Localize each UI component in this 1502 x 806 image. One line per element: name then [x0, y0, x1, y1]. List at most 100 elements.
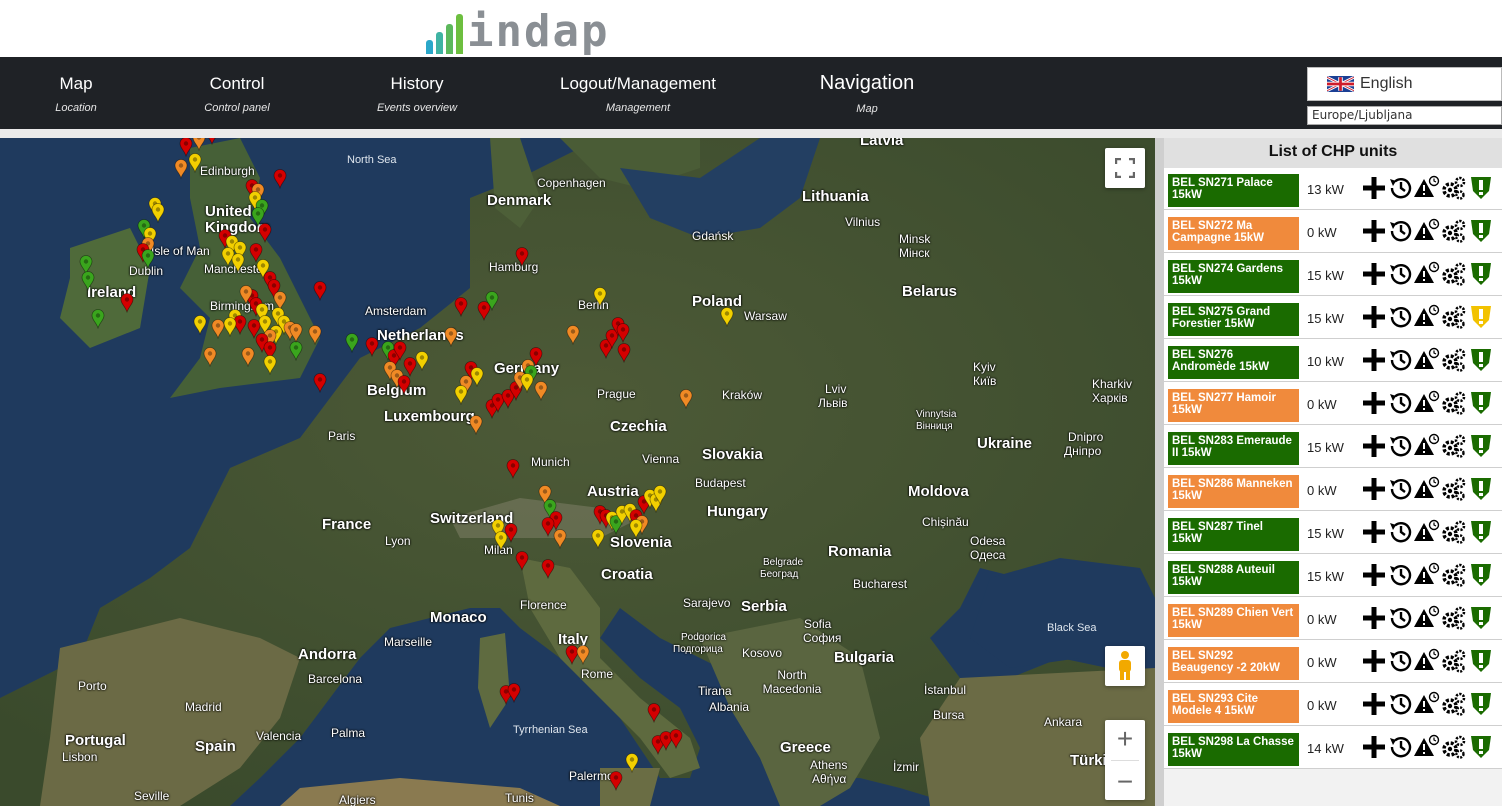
unit-name-label[interactable]: BEL SN287 Tinel 15kW — [1168, 518, 1299, 551]
settings-icon[interactable] — [1441, 433, 1467, 459]
chp-marker-icon[interactable] — [241, 347, 255, 367]
history-icon[interactable] — [1388, 304, 1414, 330]
add-icon[interactable] — [1361, 433, 1387, 459]
chp-marker-icon[interactable] — [444, 327, 458, 347]
chp-marker-icon[interactable] — [397, 375, 411, 395]
chp-marker-icon[interactable] — [308, 325, 322, 345]
unit-row[interactable]: BEL SN283 Emeraude II 15kW 15 kW — [1164, 425, 1502, 468]
alarm-history-icon[interactable] — [1414, 175, 1440, 201]
chp-marker-icon[interactable] — [345, 333, 359, 353]
unit-name-label[interactable]: BEL SN289 Chien Vert 15kW — [1168, 604, 1299, 637]
unit-row[interactable]: BEL SN293 Cite Modele 4 15kW 0 kW — [1164, 683, 1502, 726]
history-icon[interactable] — [1388, 519, 1414, 545]
add-icon[interactable] — [1361, 476, 1387, 502]
alarm-history-icon[interactable] — [1414, 261, 1440, 287]
unit-name-label[interactable]: BEL SN298 La Chasse 15kW — [1168, 733, 1299, 766]
alarm-history-icon[interactable] — [1414, 390, 1440, 416]
status-shield-icon[interactable] — [1468, 347, 1494, 373]
chp-marker-icon[interactable] — [669, 729, 683, 749]
chp-marker-icon[interactable] — [494, 531, 508, 551]
settings-icon[interactable] — [1441, 304, 1467, 330]
chp-marker-icon[interactable] — [541, 559, 555, 579]
history-icon[interactable] — [1388, 390, 1414, 416]
chp-marker-icon[interactable] — [223, 317, 237, 337]
alarm-history-icon[interactable] — [1414, 347, 1440, 373]
alarm-history-icon[interactable] — [1414, 605, 1440, 631]
alarm-history-icon[interactable] — [1414, 648, 1440, 674]
alarm-history-icon[interactable] — [1414, 433, 1440, 459]
chp-marker-icon[interactable] — [485, 291, 499, 311]
status-shield-icon[interactable] — [1468, 433, 1494, 459]
history-icon[interactable] — [1388, 562, 1414, 588]
chp-marker-icon[interactable] — [529, 347, 543, 367]
add-icon[interactable] — [1361, 304, 1387, 330]
chp-marker-icon[interactable] — [313, 373, 327, 393]
chp-marker-icon[interactable] — [174, 159, 188, 179]
chp-marker-icon[interactable] — [591, 529, 605, 549]
settings-icon[interactable] — [1441, 648, 1467, 674]
settings-icon[interactable] — [1441, 519, 1467, 545]
chp-marker-icon[interactable] — [507, 683, 521, 703]
unit-name-label[interactable]: BEL SN276 Andromède 15kW — [1168, 346, 1299, 379]
status-shield-icon[interactable] — [1468, 304, 1494, 330]
chp-marker-icon[interactable] — [203, 347, 217, 367]
nav-control[interactable]: Control Control panel — [187, 57, 287, 129]
chp-marker-icon[interactable] — [566, 325, 580, 345]
timezone-select[interactable]: Europe/Ljubljana — [1307, 106, 1502, 125]
chp-marker-icon[interactable] — [609, 771, 623, 791]
unit-row[interactable]: BEL SN277 Hamoir 15kW 0 kW — [1164, 382, 1502, 425]
status-shield-icon[interactable] — [1468, 605, 1494, 631]
settings-icon[interactable] — [1441, 605, 1467, 631]
chp-marker-icon[interactable] — [534, 381, 548, 401]
chp-marker-icon[interactable] — [679, 389, 693, 409]
history-icon[interactable] — [1388, 261, 1414, 287]
unit-row[interactable]: BEL SN292 Beaugency -2 20kW 0 kW — [1164, 640, 1502, 683]
chp-marker-icon[interactable] — [454, 385, 468, 405]
alarm-history-icon[interactable] — [1414, 304, 1440, 330]
unit-row[interactable]: BEL SN289 Chien Vert 15kW 0 kW — [1164, 597, 1502, 640]
alarm-history-icon[interactable] — [1414, 519, 1440, 545]
nav-logout-management[interactable]: Logout/Management Management — [558, 57, 718, 129]
chp-marker-icon[interactable] — [273, 169, 287, 189]
chp-marker-icon[interactable] — [616, 323, 630, 343]
add-icon[interactable] — [1361, 734, 1387, 760]
history-icon[interactable] — [1388, 433, 1414, 459]
map-view[interactable]: Latvia Lithuania Denmark United Kingdom … — [0, 138, 1155, 806]
unit-row[interactable]: BEL SN287 Tinel 15kW 15 kW — [1164, 511, 1502, 554]
unit-name-label[interactable]: BEL SN293 Cite Modele 4 15kW — [1168, 690, 1299, 723]
chp-marker-icon[interactable] — [188, 153, 202, 173]
chp-marker-icon[interactable] — [515, 247, 529, 267]
chp-marker-icon[interactable] — [247, 319, 261, 339]
add-icon[interactable] — [1361, 691, 1387, 717]
status-shield-icon[interactable] — [1468, 691, 1494, 717]
unit-row[interactable]: BEL SN276 Andromède 15kW 10 kW — [1164, 339, 1502, 382]
unit-row[interactable]: BEL SN271 Palace 15kW 13 kW — [1164, 167, 1502, 210]
history-icon[interactable] — [1388, 605, 1414, 631]
settings-icon[interactable] — [1441, 734, 1467, 760]
history-icon[interactable] — [1388, 734, 1414, 760]
fullscreen-button[interactable] — [1105, 148, 1145, 188]
history-icon[interactable] — [1388, 218, 1414, 244]
zoom-in-button[interactable]: + — [1117, 723, 1133, 755]
alarm-history-icon[interactable] — [1414, 476, 1440, 502]
chp-marker-icon[interactable] — [617, 343, 631, 363]
chp-marker-icon[interactable] — [520, 373, 534, 393]
add-icon[interactable] — [1361, 648, 1387, 674]
chp-units-panel-inner[interactable]: BEL SN268 Lutetia 15kW0 kWBEL SN271 Pala… — [1164, 138, 1502, 806]
chp-marker-icon[interactable] — [469, 415, 483, 435]
add-icon[interactable] — [1361, 218, 1387, 244]
add-icon[interactable] — [1361, 519, 1387, 545]
chp-marker-icon[interactable] — [141, 249, 155, 269]
unit-name-label[interactable]: BEL SN288 Auteuil 15kW — [1168, 561, 1299, 594]
chp-marker-icon[interactable] — [193, 315, 207, 335]
status-shield-icon[interactable] — [1468, 648, 1494, 674]
chp-marker-icon[interactable] — [593, 287, 607, 307]
unit-row[interactable]: BEL SN275 Grand Forestier 15kW 15 kW — [1164, 296, 1502, 339]
chp-marker-icon[interactable] — [553, 529, 567, 549]
chp-marker-icon[interactable] — [211, 319, 225, 339]
unit-name-label[interactable]: BEL SN286 Manneken 15kW — [1168, 475, 1299, 508]
status-shield-icon[interactable] — [1468, 562, 1494, 588]
chp-marker-icon[interactable] — [91, 309, 105, 329]
unit-name-label[interactable]: BEL SN274 Gardens 15kW — [1168, 260, 1299, 293]
chp-marker-icon[interactable] — [365, 337, 379, 357]
